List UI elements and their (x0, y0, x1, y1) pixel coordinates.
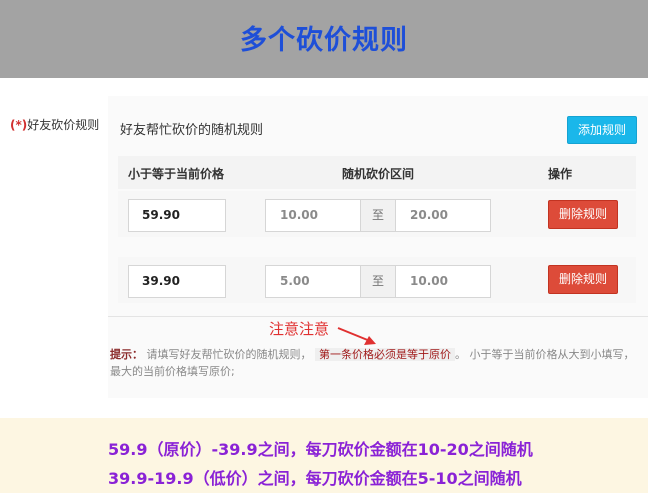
field-label-text: 好友砍价规则 (27, 118, 100, 132)
range-separator: 至 (361, 265, 395, 298)
column-header-price: 小于等于当前价格 (128, 167, 225, 181)
summary-line: 59.9（原价）-39.9之间，每刀砍价金额在10-20之间随机 (108, 440, 533, 459)
divider (108, 316, 648, 317)
section-title: 好友帮忙砍价的随机规则 (120, 123, 264, 138)
range-min-input[interactable]: 5.00 (265, 265, 361, 298)
range-separator: 至 (361, 199, 395, 232)
column-header-action: 操作 (548, 167, 573, 181)
summary-line: 39.9-19.9（低价）之间，每刀砍价金额在5-10之间随机 (108, 469, 522, 488)
hint-text: 提示： 请填写好友帮忙砍价的随机规则， 第一条价格必须是等于原价。 小于等于当前… (110, 346, 644, 380)
price-input[interactable]: 59.90 (128, 199, 226, 232)
hint-part1: 请填写好友帮忙砍价的随机规则， (146, 348, 312, 361)
annotation-arrow-icon (337, 327, 376, 345)
annotation-label: 注意注意 (269, 320, 330, 338)
required-mark: (*) (10, 118, 28, 132)
delete-rule-button[interactable]: 删除规则 (548, 265, 618, 294)
hint-title: 提示： (110, 348, 143, 361)
column-header-range: 随机砍价区间 (342, 167, 415, 181)
range-max-input[interactable]: 20.00 (395, 199, 491, 232)
price-input[interactable]: 39.90 (128, 265, 226, 298)
page-title: 多个砍价规则 (240, 25, 408, 56)
range-min-input[interactable]: 10.00 (265, 199, 361, 232)
range-max-input[interactable]: 10.00 (395, 265, 491, 298)
field-label: (*)好友砍价规则 (10, 116, 99, 133)
delete-rule-button[interactable]: 删除规则 (548, 200, 618, 229)
add-rule-button[interactable]: 添加规则 (567, 116, 637, 144)
hint-highlight: 第一条价格必须是等于原价 (315, 348, 455, 361)
